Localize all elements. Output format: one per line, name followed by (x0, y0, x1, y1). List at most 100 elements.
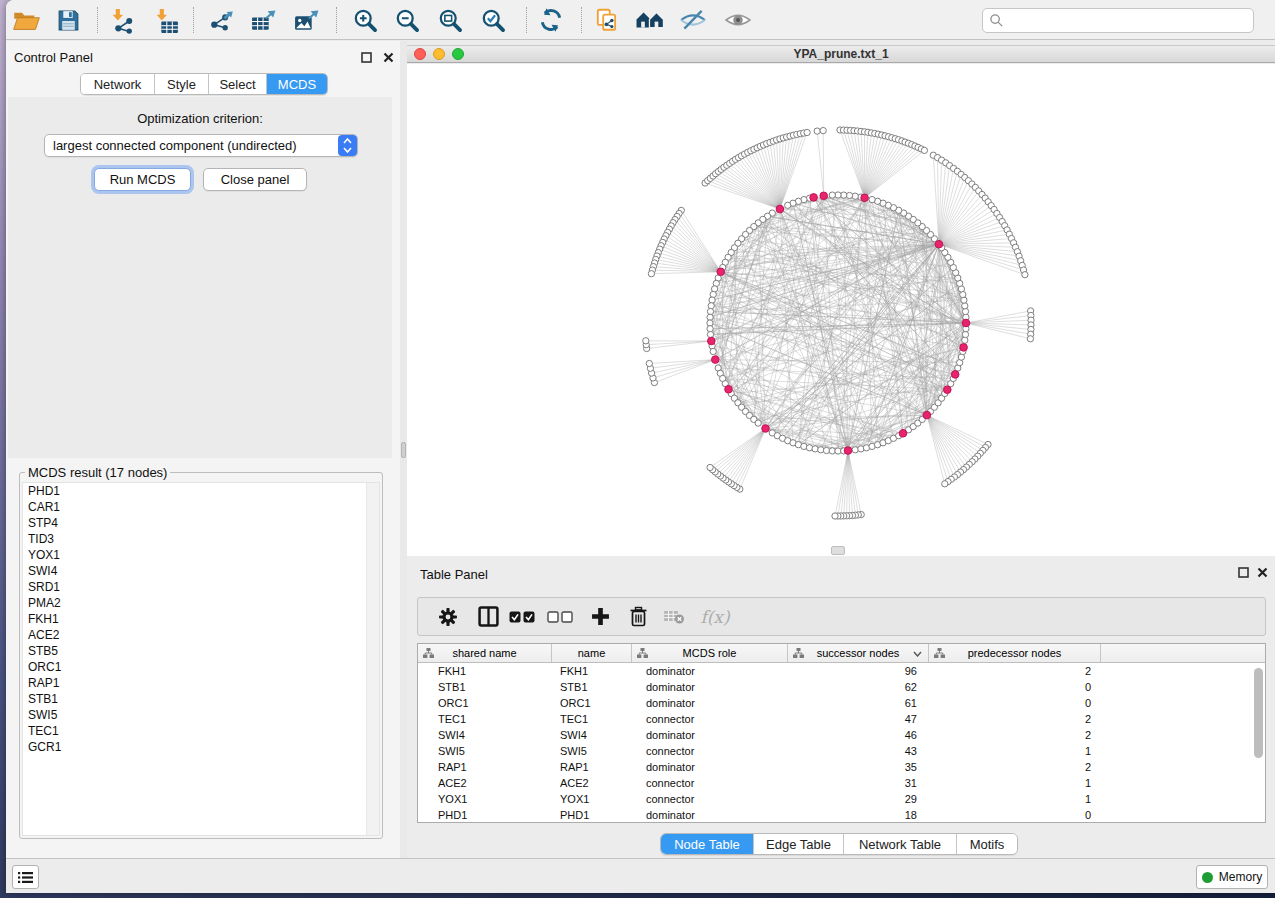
list-item[interactable]: YOX1 (23, 547, 379, 563)
deselect-all-icon[interactable] (544, 598, 576, 635)
zoom-in-icon[interactable] (345, 3, 385, 37)
column-shared-name[interactable]: shared name (418, 644, 552, 662)
close-table-panel-icon[interactable] (1256, 566, 1268, 578)
status-bar: Memory (6, 858, 1275, 893)
export-table-icon[interactable] (243, 3, 283, 37)
list-item[interactable]: SRD1 (23, 579, 379, 595)
show-all-icon[interactable] (718, 3, 758, 37)
split-view-icon[interactable] (470, 598, 506, 635)
table-panel-title: Table Panel (420, 567, 488, 582)
search-input[interactable] (1004, 13, 1247, 28)
node-table-body: FKH1FKH1dominator962STB1STB1dominator620… (418, 663, 1265, 822)
delete-icon[interactable] (620, 598, 656, 635)
vertical-splitter-grip[interactable] (401, 442, 406, 458)
tree-icon (934, 648, 945, 658)
list-item[interactable]: PMA2 (23, 595, 379, 611)
tab-node-table[interactable]: Node Table (661, 834, 754, 854)
import-network-icon[interactable] (102, 3, 142, 37)
list-item[interactable]: STB5 (23, 643, 379, 659)
tab-style[interactable]: Style (155, 74, 209, 94)
open-folder-icon[interactable] (6, 3, 46, 37)
tab-motifs[interactable]: Motifs (957, 834, 1017, 854)
tree-icon (793, 648, 804, 658)
tree-icon (637, 648, 648, 658)
table-row[interactable]: FKH1FKH1dominator962 (418, 663, 1265, 679)
table-row[interactable]: ACE2ACE2connector311 (418, 775, 1265, 791)
export-image-icon[interactable] (286, 3, 326, 37)
clone-network-icon[interactable] (587, 3, 627, 37)
column-name[interactable]: name (552, 644, 632, 662)
list-scrollbar[interactable] (366, 483, 379, 835)
task-history-button[interactable] (12, 865, 39, 889)
list-item[interactable]: FKH1 (23, 611, 379, 627)
list-item[interactable]: PHD1 (23, 483, 379, 499)
save-icon[interactable] (48, 3, 88, 37)
close-panel-icon[interactable] (382, 51, 394, 63)
app-window: Control Panel Network Style Select MCDS … (6, 0, 1275, 893)
search-box[interactable] (982, 8, 1254, 33)
zoom-selected-icon[interactable] (473, 3, 513, 37)
list-item[interactable]: RAP1 (23, 675, 379, 691)
tab-network-table[interactable]: Network Table (844, 834, 957, 854)
column-predecessor-nodes[interactable]: predecessor nodes (929, 644, 1101, 662)
control-panel-title: Control Panel (14, 50, 93, 65)
table-row[interactable]: ORC1ORC1dominator610 (418, 695, 1265, 711)
add-icon[interactable] (582, 598, 618, 635)
mcds-result-list[interactable]: PHD1CAR1STP4TID3YOX1SWI4SRD1PMA2FKH1ACE2… (22, 482, 380, 836)
import-table-icon[interactable] (146, 3, 186, 37)
list-item[interactable]: SWI5 (23, 707, 379, 723)
task-list-icon (18, 871, 33, 884)
list-item[interactable]: TEC1 (23, 723, 379, 739)
column-mcds-role[interactable]: MCDS role (632, 644, 788, 662)
list-item[interactable]: ACE2 (23, 627, 379, 643)
table-panel: Table Panel (407, 556, 1275, 858)
run-mcds-button[interactable]: Run MCDS (94, 168, 191, 191)
control-panel: Control Panel Network Style Select MCDS … (6, 41, 400, 858)
hide-selected-icon[interactable] (673, 3, 713, 37)
list-item[interactable]: TID3 (23, 531, 379, 547)
sort-arrow-icon (913, 651, 922, 657)
refresh-icon[interactable] (531, 3, 571, 37)
column-successor-nodes[interactable]: successor nodes (788, 644, 929, 662)
list-item[interactable]: GCR1 (23, 739, 379, 755)
close-panel-button[interactable]: Close panel (203, 168, 307, 191)
table-row[interactable]: TEC1TEC1connector472 (418, 711, 1265, 727)
tab-mcds[interactable]: MCDS (267, 74, 327, 94)
table-scrollbar-thumb[interactable] (1254, 668, 1263, 758)
tree-icon (423, 648, 434, 658)
first-neighbors-icon[interactable] (630, 3, 670, 37)
table-row[interactable]: SWI5SWI5connector431 (418, 743, 1265, 759)
zoom-out-icon[interactable] (387, 3, 427, 37)
table-toolbar: f(x) (417, 597, 1266, 636)
gear-icon[interactable] (430, 598, 466, 635)
table-row[interactable]: SWI4SWI4dominator462 (418, 727, 1265, 743)
table-row[interactable]: PHD1PHD1dominator180 (418, 807, 1265, 822)
tab-edge-table[interactable]: Edge Table (754, 834, 844, 854)
float-table-panel-icon[interactable] (1237, 566, 1249, 578)
list-item[interactable]: ORC1 (23, 659, 379, 675)
float-panel-icon[interactable] (360, 51, 372, 63)
table-tabs: Node Table Edge Table Network Table Moti… (660, 833, 1018, 855)
table-row[interactable]: YOX1YOX1connector291 (418, 791, 1265, 807)
network-window-titlebar: YPA_prune.txt_1 (407, 45, 1275, 63)
tab-select[interactable]: Select (209, 74, 267, 94)
optimization-criterion-label: Optimization criterion: (8, 111, 392, 126)
memory-button[interactable]: Memory (1196, 865, 1268, 889)
table-row[interactable]: STB1STB1dominator620 (418, 679, 1265, 695)
criterion-select[interactable]: largest connected component (undirected) (44, 134, 358, 157)
export-network-icon[interactable] (200, 3, 240, 37)
network-graph[interactable] (407, 64, 1275, 556)
list-item[interactable]: CAR1 (23, 499, 379, 515)
table-row[interactable]: RAP1RAP1dominator352 (418, 759, 1265, 775)
delete-table-icon[interactable] (656, 598, 692, 635)
list-item[interactable]: STP4 (23, 515, 379, 531)
select-all-icon[interactable] (506, 598, 538, 635)
horizontal-splitter-grip[interactable] (831, 546, 845, 555)
function-icon: f(x) (694, 598, 736, 635)
zoom-fit-icon[interactable] (430, 3, 470, 37)
list-item[interactable]: SWI4 (23, 563, 379, 579)
list-item[interactable]: STB1 (23, 691, 379, 707)
table-header: shared name name MCDS role successor nod… (418, 644, 1265, 663)
mcds-result-box: MCDS result (17 nodes) PHD1CAR1STP4TID3Y… (19, 465, 383, 839)
tab-network[interactable]: Network (81, 74, 155, 94)
